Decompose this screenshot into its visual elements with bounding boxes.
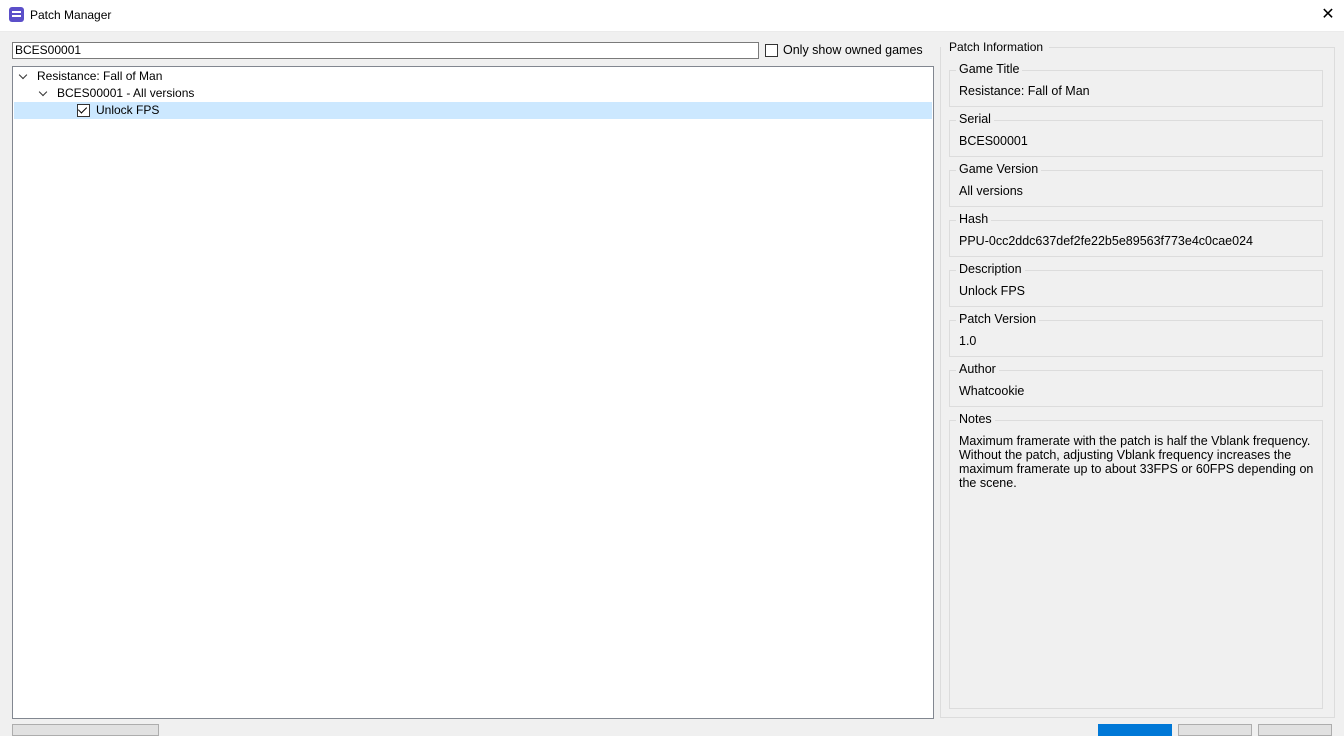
field-label: Serial	[956, 112, 994, 126]
field-game-version: Game Version All versions	[949, 162, 1323, 207]
field-label: Hash	[956, 212, 992, 226]
chevron-down-icon[interactable]	[18, 70, 28, 80]
field-value: All versions	[959, 184, 1023, 198]
field-description: Description Unlock FPS	[949, 262, 1323, 307]
field-notes: Notes Maximum framerate with the patch i…	[949, 412, 1323, 709]
field-value: BCES00001	[959, 134, 1028, 148]
checkbox-box[interactable]	[765, 44, 778, 57]
tree-item-serial[interactable]: BCES00001 - All versions	[14, 85, 932, 102]
window-title: Patch Manager	[30, 8, 112, 22]
notes-text: Maximum framerate with the patch is half…	[959, 434, 1314, 490]
field-value: Whatcookie	[959, 384, 1025, 398]
field-label: Game Version	[956, 162, 1042, 176]
patch-information-title: Patch Information	[949, 40, 1044, 54]
tree-item-patch-label: Unlock FPS	[96, 103, 160, 117]
field-value: 1.0	[959, 334, 977, 348]
field-patch-version: Patch Version 1.0	[949, 312, 1323, 357]
tree-item-game[interactable]: Resistance: Fall of Man	[14, 68, 932, 85]
chevron-down-icon[interactable]	[38, 87, 48, 97]
title-bar: Patch Manager ✕	[0, 0, 1344, 32]
field-value: Unlock FPS	[959, 284, 1025, 298]
field-label: Author	[956, 362, 999, 376]
tree-item-game-label: Resistance: Fall of Man	[37, 69, 163, 83]
ok-button[interactable]	[1098, 724, 1172, 736]
apply-button[interactable]	[1258, 724, 1332, 736]
close-icon[interactable]: ✕	[1318, 4, 1338, 26]
owned-games-label: Only show owned games	[783, 43, 923, 57]
bottom-left-button[interactable]	[12, 724, 159, 736]
field-label: Game Title	[956, 62, 1023, 76]
patch-checkbox[interactable]	[77, 104, 90, 117]
search-input[interactable]	[12, 42, 759, 59]
field-label: Notes	[956, 412, 995, 426]
field-game-title: Game Title Resistance: Fall of Man	[949, 62, 1323, 107]
tree-item-patch[interactable]: Unlock FPS	[14, 102, 932, 119]
tree-item-serial-label: BCES00001 - All versions	[57, 86, 195, 100]
field-value: Resistance: Fall of Man	[959, 84, 1090, 98]
field-label: Patch Version	[956, 312, 1040, 326]
field-serial: Serial BCES00001	[949, 112, 1323, 157]
field-label: Description	[956, 262, 1025, 276]
field-author: Author Whatcookie	[949, 362, 1323, 407]
cancel-button[interactable]	[1178, 724, 1252, 736]
patch-tree[interactable]: Resistance: Fall of Man BCES00001 - All …	[12, 66, 934, 719]
checkmark-icon	[77, 104, 88, 114]
field-value: PPU-0cc2ddc637def2fe22b5e89563f773e4c0ca…	[959, 234, 1253, 248]
field-hash: Hash PPU-0cc2ddc637def2fe22b5e89563f773e…	[949, 212, 1323, 257]
app-icon	[9, 7, 24, 22]
